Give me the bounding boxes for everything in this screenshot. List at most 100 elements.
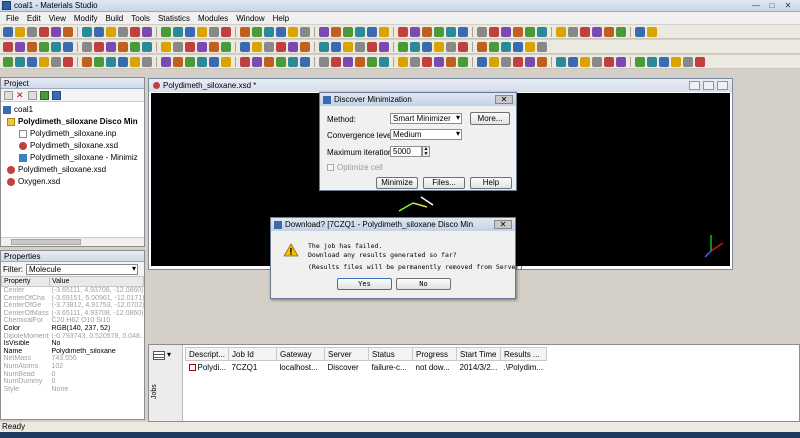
property-row[interactable]: IsVisible No <box>2 340 144 348</box>
jobs-column-header[interactable]: Server <box>324 347 370 361</box>
toolbar-button-icon[interactable] <box>355 56 365 67</box>
toolbar-button-icon[interactable] <box>367 56 377 67</box>
toolbar-button-icon[interactable] <box>51 56 61 67</box>
property-row[interactable]: NetMass 743.556 <box>2 355 144 363</box>
toolbar-button-icon[interactable] <box>458 26 468 37</box>
toolbar-button-icon[interactable] <box>161 41 171 52</box>
toolbar-button-icon[interactable] <box>331 41 341 52</box>
toolbar-button-icon[interactable] <box>173 56 183 67</box>
toolbar-button-icon[interactable] <box>63 41 73 52</box>
toolbar-button-icon[interactable] <box>422 26 432 37</box>
property-row[interactable]: CenterOfMass (-3.65111, 4.93708, -12.0860… <box>2 310 144 318</box>
toolbar-button-icon[interactable] <box>434 41 444 52</box>
toolbar-button-icon[interactable] <box>300 26 310 37</box>
toolbar-button-icon[interactable] <box>221 41 231 52</box>
menu-modules[interactable]: Modules <box>194 14 232 23</box>
toolbar-button-icon[interactable] <box>264 41 274 52</box>
toolbar-button-icon[interactable] <box>379 41 389 52</box>
toolbar-button-icon[interactable] <box>94 41 104 52</box>
toolbar-button-icon[interactable] <box>331 26 341 37</box>
convergence-select[interactable]: Medium <box>390 129 462 140</box>
col-property[interactable]: Property <box>1 276 50 287</box>
toolbar-button-icon[interactable] <box>434 56 444 67</box>
toolbar-button-icon[interactable] <box>27 26 37 37</box>
property-row[interactable]: ChemicalFor C20 H62 O10 Si10 <box>2 317 144 325</box>
toolbar-button-icon[interactable] <box>209 56 219 67</box>
close-icon[interactable]: ✕ <box>782 1 794 10</box>
tree-item-file[interactable]: Polydimeth_siloxane.xsd <box>3 140 144 152</box>
toolbar-button-icon[interactable] <box>525 56 535 67</box>
toolbar-button-icon[interactable] <box>331 56 341 67</box>
toolbar-button-icon[interactable] <box>568 56 578 67</box>
menu-edit[interactable]: Edit <box>23 14 45 23</box>
toolbar-button-icon[interactable] <box>221 56 231 67</box>
toolbar-button-icon[interactable] <box>592 26 602 37</box>
toolbar-button-icon[interactable] <box>458 41 468 52</box>
no-button[interactable]: No <box>396 278 451 290</box>
toolbar-button-icon[interactable] <box>647 56 657 67</box>
toolbar-button-icon[interactable] <box>130 41 140 52</box>
toolbar-button-icon[interactable] <box>343 56 353 67</box>
jobs-column-header[interactable]: Progress <box>412 347 458 361</box>
toolbar-button-icon[interactable] <box>513 41 523 52</box>
copy-icon[interactable] <box>28 90 37 100</box>
toolbar-button-icon[interactable] <box>683 56 693 67</box>
toolbar-button-icon[interactable] <box>434 26 444 37</box>
property-row[interactable]: CenterOfCha (-3.69151, 5.00961, -12.0171) <box>2 295 144 303</box>
toolbar-button-icon[interactable] <box>525 26 535 37</box>
toolbar-button-icon[interactable] <box>489 41 499 52</box>
toolbar-button-icon[interactable] <box>161 26 171 37</box>
toolbar-button-icon[interactable] <box>513 56 523 67</box>
property-row[interactable]: Center (-3.65111, 4.93708, -12.0860) <box>2 287 144 295</box>
close-icon[interactable]: ✕ <box>494 220 512 229</box>
toolbar-button-icon[interactable] <box>130 56 140 67</box>
toolbar-button-icon[interactable] <box>94 56 104 67</box>
minimize-button[interactable]: Minimize <box>376 177 418 189</box>
doc-restore-icon[interactable] <box>703 81 714 90</box>
toolbar-button-icon[interactable] <box>556 26 566 37</box>
minimize-icon[interactable]: — <box>750 1 762 10</box>
delete-icon[interactable]: ✕ <box>16 90 25 100</box>
toolbar-button-icon[interactable] <box>446 56 456 67</box>
toolbar-button-icon[interactable] <box>240 26 250 37</box>
iterations-stepper[interactable]: ▲ ▼ <box>422 146 430 157</box>
method-select[interactable]: Smart Minimizer <box>390 113 462 124</box>
toolbar-button-icon[interactable] <box>410 41 420 52</box>
toolbar-button-icon[interactable] <box>319 41 329 52</box>
tree-item-project[interactable]: coal1 <box>3 104 144 116</box>
toolbar-button-icon[interactable] <box>659 56 669 67</box>
toolbar-button-icon[interactable] <box>367 41 377 52</box>
filter-select[interactable]: Molecule <box>26 263 138 275</box>
toolbar-button-icon[interactable] <box>379 56 389 67</box>
col-value[interactable]: Value <box>49 276 144 287</box>
toolbar-button-icon[interactable] <box>209 41 219 52</box>
toolbar-button-icon[interactable] <box>173 41 183 52</box>
toolbar-button-icon[interactable] <box>410 26 420 37</box>
toolbar-button-icon[interactable] <box>82 41 92 52</box>
toolbar-button-icon[interactable] <box>27 56 37 67</box>
maximize-icon[interactable]: □ <box>766 1 778 10</box>
toolbar-button-icon[interactable] <box>209 26 219 37</box>
toolbar-button-icon[interactable] <box>300 56 310 67</box>
menu-statistics[interactable]: Statistics <box>154 14 194 23</box>
toolbar-button-icon[interactable] <box>446 26 456 37</box>
toolbar-button-icon[interactable] <box>319 26 329 37</box>
help-button[interactable]: Help <box>470 177 512 189</box>
optimize-cell-checkbox[interactable] <box>327 164 334 171</box>
toolbar-button-icon[interactable] <box>39 41 49 52</box>
grid-icon[interactable] <box>153 351 165 360</box>
property-row[interactable]: Name Polydimeth_siloxane <box>2 348 144 356</box>
menu-tools[interactable]: Tools <box>127 14 154 23</box>
toolbar-button-icon[interactable] <box>647 26 657 37</box>
toolbar-button-icon[interactable] <box>537 26 547 37</box>
menu-view[interactable]: View <box>45 14 70 23</box>
toolbar-button-icon[interactable] <box>446 41 456 52</box>
toolbar-button-icon[interactable] <box>501 26 511 37</box>
doc-minimize-icon[interactable] <box>689 81 700 90</box>
toolbar-button-icon[interactable] <box>300 41 310 52</box>
toolbar-button-icon[interactable] <box>288 26 298 37</box>
jobs-column-header[interactable]: Start Time <box>456 347 502 361</box>
toolbar-button-icon[interactable] <box>288 56 298 67</box>
tree-item-file[interactable]: Polydimeth_siloxane - Minimiz <box>3 152 144 164</box>
toolbar-button-icon[interactable] <box>616 56 626 67</box>
